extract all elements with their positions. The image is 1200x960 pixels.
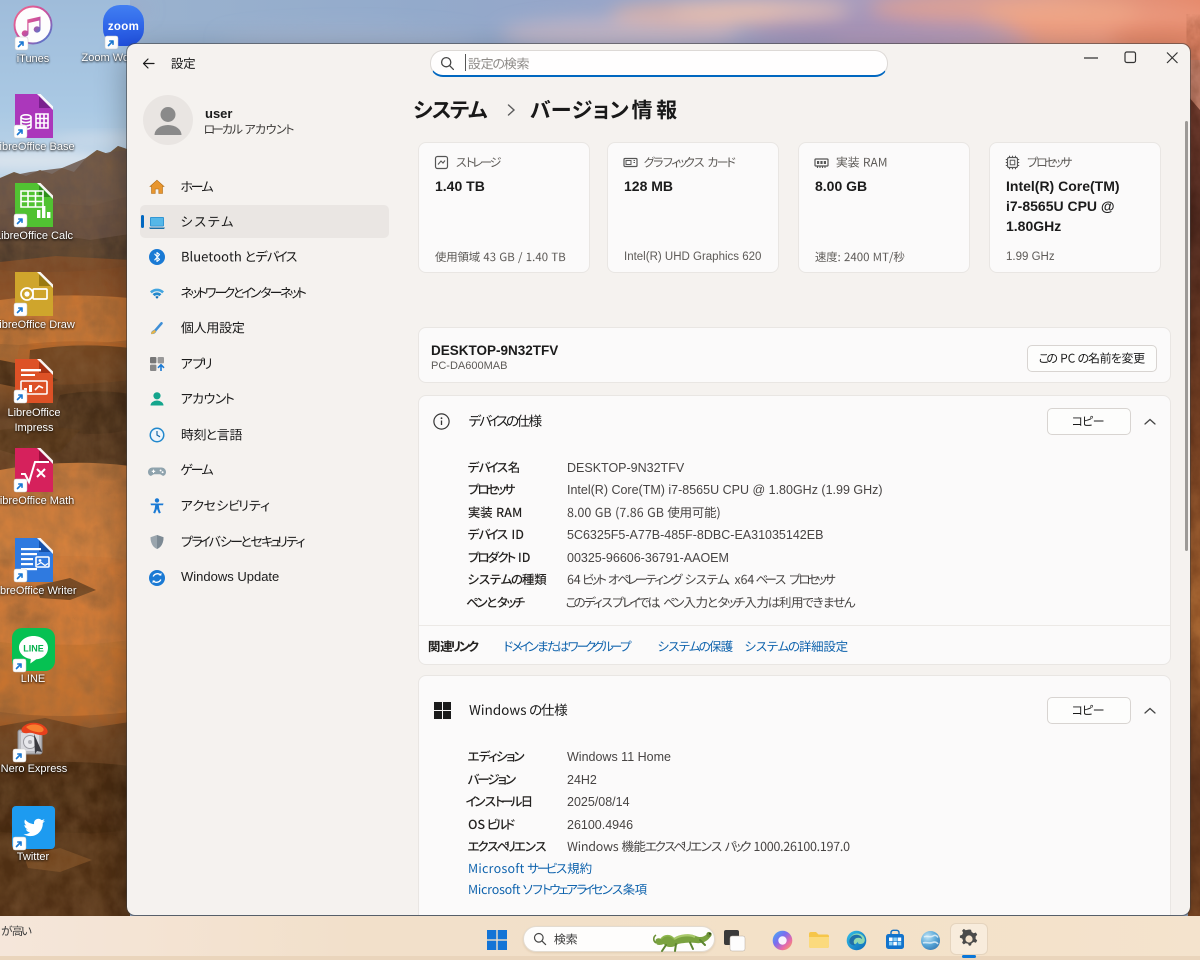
svg-text:LINE: LINE <box>23 644 44 654</box>
svg-text:zoom: zoom <box>108 21 139 33</box>
